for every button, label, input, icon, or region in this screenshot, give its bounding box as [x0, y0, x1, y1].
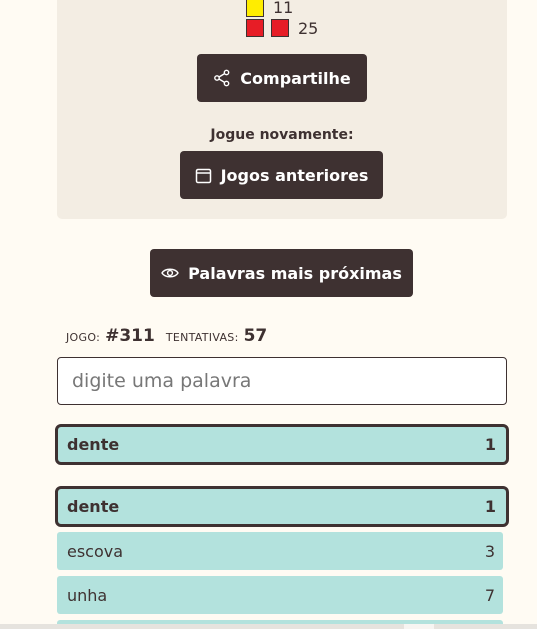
result-count: 11 — [273, 0, 294, 17]
guess-rank: 1 — [484, 497, 496, 516]
share-button[interactable]: Compartilhe — [197, 54, 367, 102]
guess-row: unha 7 — [57, 576, 503, 614]
horizontal-scrollbar[interactable] — [0, 624, 537, 629]
current-guess-row: dente 1 — [55, 424, 509, 465]
guess-word: dente — [67, 435, 120, 454]
guess-rank: 3 — [484, 541, 495, 561]
result-count: 25 — [298, 19, 319, 38]
guess-input[interactable] — [57, 357, 507, 405]
result-square-yellow — [246, 0, 264, 17]
game-label: JOGO: — [66, 331, 101, 344]
eye-icon — [161, 268, 179, 278]
attempts-label: TENTATIVAS: — [165, 331, 239, 344]
guess-word: escova — [67, 541, 124, 561]
result-square-red — [271, 19, 289, 37]
game-number: #311 — [105, 326, 155, 346]
play-again-label: Jogue novamente: — [210, 127, 354, 143]
guess-row-highlighted: dente 1 — [55, 486, 509, 527]
result-square-red — [246, 19, 264, 37]
scrollbar-thumb[interactable] — [404, 624, 434, 629]
guess-word: dente — [67, 497, 120, 516]
guess-rank: 7 — [484, 585, 495, 605]
closest-words-label: Palavras mais próximas — [188, 263, 402, 283]
closest-words-button[interactable]: Palavras mais próximas — [150, 249, 413, 297]
calendar-icon — [195, 168, 211, 183]
share-button-label: Compartilhe — [240, 68, 351, 88]
guess-word: unha — [67, 585, 108, 605]
attempts-count: 57 — [243, 326, 268, 346]
guess-rank: 1 — [484, 435, 496, 454]
previous-games-button[interactable]: Jogos anteriores — [180, 151, 383, 199]
guess-row: escova 3 — [57, 532, 503, 570]
share-icon — [214, 69, 230, 87]
previous-games-label: Jogos anteriores — [220, 165, 369, 185]
game-info: JOGO: #311 TENTATIVAS: 57 — [66, 326, 273, 346]
